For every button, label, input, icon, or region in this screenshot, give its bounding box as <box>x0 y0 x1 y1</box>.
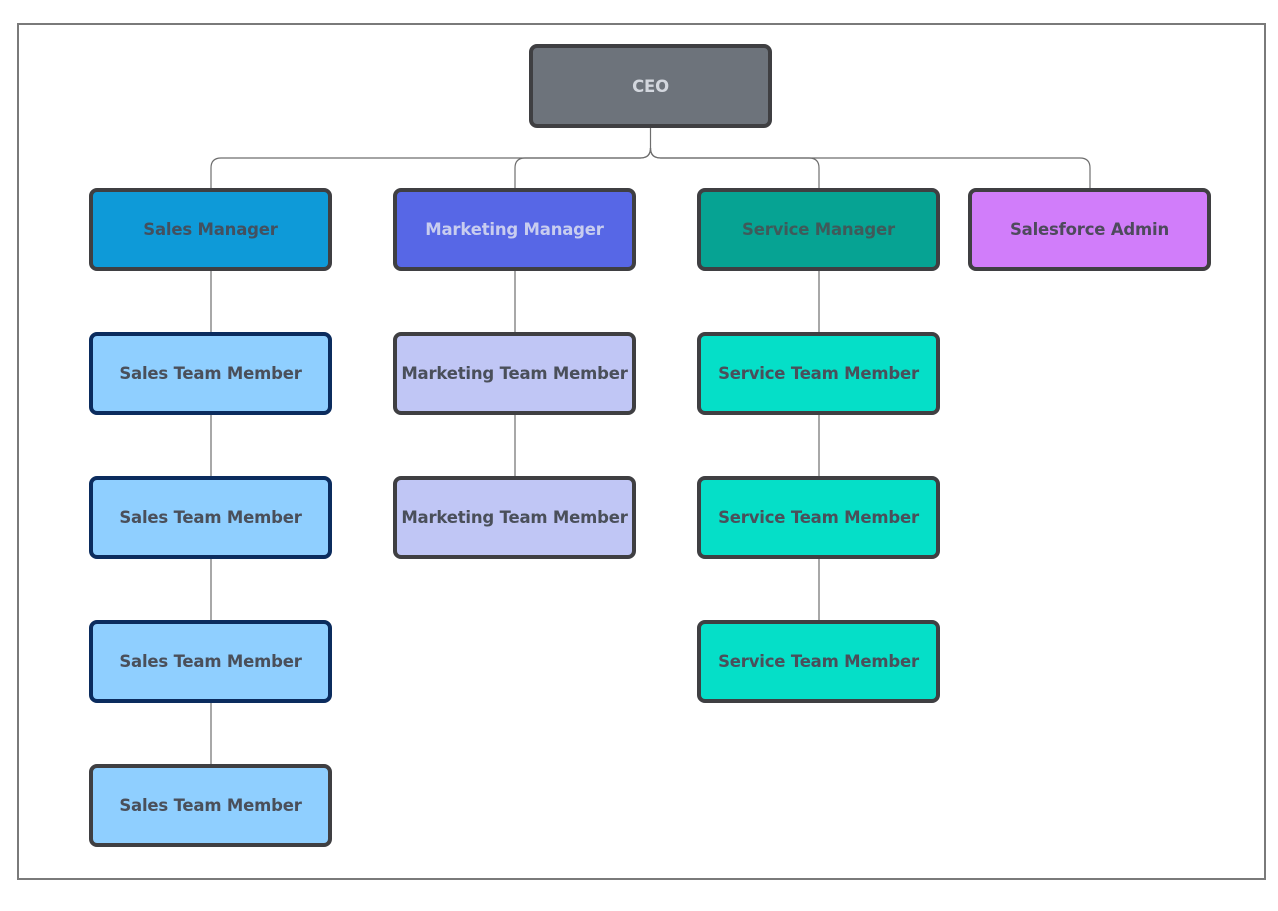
node-salesforce-admin[interactable]: Salesforce Admin <box>968 188 1211 271</box>
node-sales-team-member[interactable]: Sales Team Member <box>89 332 332 415</box>
node-sales-manager[interactable]: Sales Manager <box>89 188 332 271</box>
node-service-team-member[interactable]: Service Team Member <box>697 476 940 559</box>
node-service-team-member-label: Service Team Member <box>718 508 919 527</box>
diagram-canvas-frame <box>17 23 1266 880</box>
node-service-team-member[interactable]: Service Team Member <box>697 332 940 415</box>
node-marketing-team-member-label: Marketing Team Member <box>401 508 628 527</box>
node-ceo[interactable]: CEO <box>529 44 772 128</box>
node-service-manager[interactable]: Service Manager <box>697 188 940 271</box>
node-salesforce-admin-label: Salesforce Admin <box>1009 220 1170 239</box>
node-sales-team-member-label: Sales Team Member <box>119 508 302 527</box>
node-sales-team-member-label: Sales Team Member <box>119 796 302 815</box>
node-marketing-team-member[interactable]: Marketing Team Member <box>393 476 636 559</box>
node-sales-team-member-label: Sales Team Member <box>119 652 302 671</box>
node-service-manager-label: Service Manager <box>742 220 895 239</box>
node-sales-team-member-label: Sales Team Member <box>119 364 302 383</box>
node-marketing-team-member[interactable]: Marketing Team Member <box>393 332 636 415</box>
node-marketing-team-member-label: Marketing Team Member <box>401 364 628 383</box>
node-service-team-member[interactable]: Service Team Member <box>697 620 940 703</box>
node-sales-team-member[interactable]: Sales Team Member <box>89 764 332 847</box>
node-marketing-manager[interactable]: Marketing Manager <box>393 188 636 271</box>
node-service-team-member-label: Service Team Member <box>718 652 919 671</box>
node-sales-team-member[interactable]: Sales Team Member <box>89 620 332 703</box>
node-ceo-label: CEO <box>632 76 669 96</box>
node-marketing-manager-label: Marketing Manager <box>425 220 604 239</box>
node-sales-manager-label: Sales Manager <box>143 220 278 239</box>
node-service-team-member-label: Service Team Member <box>718 364 919 383</box>
node-sales-team-member[interactable]: Sales Team Member <box>89 476 332 559</box>
